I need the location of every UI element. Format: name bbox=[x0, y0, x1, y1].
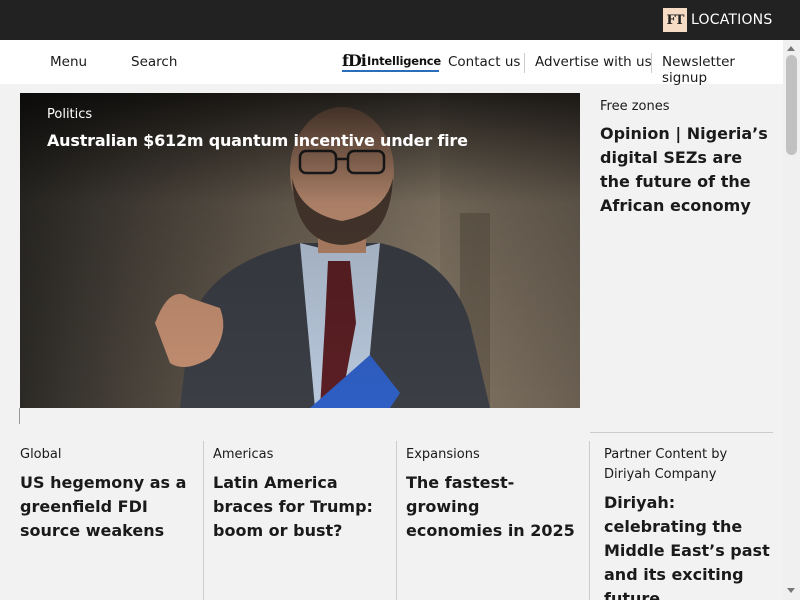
card-headline[interactable]: Diriyah: celebrating the Middle East’s p… bbox=[604, 491, 776, 600]
card-category[interactable]: Americas bbox=[213, 445, 388, 465]
card-headline[interactable]: US hegemony as a greenfield FDI source w… bbox=[20, 471, 195, 543]
card-category[interactable]: Partner Content by Diriyah Company bbox=[604, 445, 776, 485]
newsletter-link[interactable]: Newsletter signup bbox=[662, 54, 783, 86]
scroll-down-icon[interactable] bbox=[787, 588, 795, 593]
menu-button[interactable]: Menu bbox=[50, 54, 87, 70]
card-divider bbox=[589, 441, 590, 600]
advertise-link[interactable]: Advertise with us bbox=[535, 54, 652, 70]
section-divider bbox=[590, 432, 773, 433]
hero-story[interactable]: Politics Australian $612m quantum incent… bbox=[20, 93, 580, 408]
divider bbox=[19, 408, 20, 424]
side-story-headline[interactable]: Opinion | Nigeria’s digital SEZs are the… bbox=[600, 122, 775, 218]
fdi-intelligence-logo[interactable]: fDi Intelligence bbox=[342, 51, 442, 72]
scrollbar-thumb[interactable] bbox=[786, 55, 797, 155]
search-button[interactable]: Search bbox=[131, 54, 177, 70]
story-card[interactable]: Partner Content by Diriyah Company Diriy… bbox=[604, 441, 776, 600]
hero-category[interactable]: Politics bbox=[47, 107, 92, 122]
side-story-category[interactable]: Free zones bbox=[600, 99, 670, 114]
nav-divider bbox=[651, 53, 652, 73]
story-card[interactable]: Expansions The fastest-growing economies… bbox=[406, 441, 581, 600]
top-bar: FT LOCATIONS bbox=[0, 0, 800, 40]
logo-underline bbox=[342, 70, 439, 72]
nav-divider bbox=[524, 53, 525, 73]
card-divider bbox=[396, 441, 397, 600]
main-nav: Menu Search fDi Intelligence Contact us … bbox=[0, 40, 783, 86]
scroll-up-icon[interactable] bbox=[787, 46, 795, 51]
fdi-logo-text: Intelligence bbox=[367, 54, 442, 68]
fdi-logo-mark: fDi bbox=[342, 51, 367, 70]
card-category[interactable]: Expansions bbox=[406, 445, 581, 465]
hero-headline[interactable]: Australian $612m quantum incentive under… bbox=[47, 131, 468, 150]
story-card[interactable]: Global US hegemony as a greenfield FDI s… bbox=[20, 441, 195, 600]
ft-mark: FT bbox=[663, 8, 687, 32]
story-card[interactable]: Americas Latin America braces for Trump:… bbox=[213, 441, 388, 600]
vertical-scrollbar[interactable] bbox=[783, 40, 800, 600]
card-category[interactable]: Global bbox=[20, 445, 195, 465]
card-headline[interactable]: The fastest-growing economies in 2025 bbox=[406, 471, 581, 543]
contact-link[interactable]: Contact us bbox=[448, 54, 520, 70]
ft-locations-logo[interactable]: FT LOCATIONS bbox=[663, 8, 772, 32]
card-headline[interactable]: Latin America braces for Trump: boom or … bbox=[213, 471, 388, 543]
locations-label: LOCATIONS bbox=[691, 12, 773, 28]
card-divider bbox=[203, 441, 204, 600]
